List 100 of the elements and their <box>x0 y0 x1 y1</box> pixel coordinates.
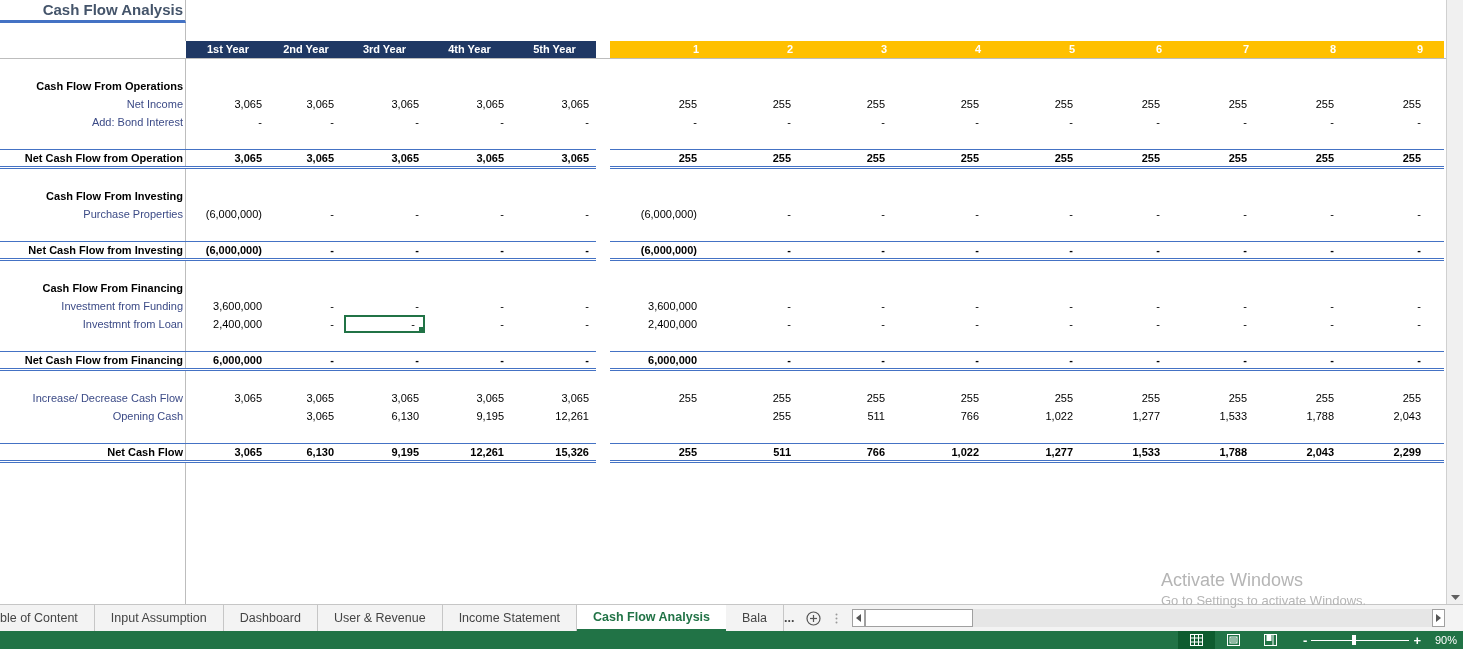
table-cell[interactable]: 3,065 <box>270 407 342 425</box>
slider-thumb[interactable] <box>1352 635 1357 645</box>
table-cell[interactable]: - <box>512 113 597 131</box>
table-cell[interactable]: - <box>270 352 342 368</box>
more-tabs-button[interactable]: ... <box>784 605 803 631</box>
view-button[interactable] <box>1178 631 1216 649</box>
table-cell[interactable]: - <box>342 352 427 368</box>
column-header: 3rd Year <box>362 42 407 58</box>
table-cell-text: - <box>1243 242 1247 258</box>
table-cell[interactable]: - <box>186 113 270 131</box>
table-cell[interactable]: 3,065 <box>512 389 597 407</box>
table-cell[interactable]: - <box>512 297 597 315</box>
table-cell-text: 255 <box>678 96 697 112</box>
table-cell[interactable]: 3,065 <box>270 389 342 407</box>
table-cell[interactable]: 3,065 <box>427 95 512 113</box>
table-cell[interactable]: 3,065 <box>186 389 270 407</box>
table-cell-text: - <box>975 206 979 222</box>
table-cell[interactable]: - <box>427 205 512 223</box>
table-cell[interactable]: - <box>512 315 597 333</box>
table-cell[interactable]: (6,000,000) <box>186 242 270 258</box>
table-cell-text: - <box>1243 316 1247 332</box>
table-cell-text: 255 <box>1315 390 1334 406</box>
table-cell-text: 1,788 <box>1306 408 1334 424</box>
table-cell[interactable]: 15,326 <box>512 444 597 460</box>
more-options-icon[interactable] <box>835 612 839 624</box>
table-cell[interactable]: - <box>512 205 597 223</box>
table-cell-text: - <box>1243 206 1247 222</box>
horizontal-scrollbar[interactable] <box>852 609 1445 627</box>
table-cell[interactable]: - <box>270 205 342 223</box>
table-cell[interactable]: 3,065 <box>427 389 512 407</box>
table-cell[interactable]: - <box>512 352 597 368</box>
table-cell[interactable]: - <box>427 315 512 333</box>
table-cell[interactable]: 6,130 <box>342 407 427 425</box>
table-cell[interactable]: - <box>427 242 512 258</box>
table-cell[interactable]: 3,065 <box>186 150 270 166</box>
table-cell[interactable]: 9,195 <box>342 444 427 460</box>
table-cell[interactable]: 6,000,000 <box>186 352 270 368</box>
table-cell-text: 1,022 <box>1045 408 1073 424</box>
table-cell[interactable]: - <box>342 205 427 223</box>
table-cell-text: 1,277 <box>1132 408 1160 424</box>
table-cell-text: - <box>787 242 791 258</box>
table-cell[interactable]: (6,000,000) <box>186 205 270 223</box>
table-cell-text: - <box>1156 206 1160 222</box>
sheet-tab[interactable]: Cash Flow Analysis <box>577 605 726 631</box>
row-label: Net Income <box>126 96 183 112</box>
table-cell[interactable]: - <box>342 242 427 258</box>
table-cell[interactable]: 12,261 <box>427 444 512 460</box>
table-cell-text: 255 <box>866 150 885 166</box>
table-cell[interactable]: - <box>342 113 427 131</box>
row-label: Net Cash Flow from Operation <box>24 150 183 166</box>
zoom-slider[interactable] <box>1311 634 1410 646</box>
table-cell[interactable]: 3,065 <box>270 95 342 113</box>
table-cell[interactable]: - <box>427 113 512 131</box>
table-cell-text: 511 <box>867 408 885 424</box>
table-cell-text: - <box>1069 316 1073 332</box>
zoom-out-button[interactable]: - <box>1303 633 1308 647</box>
table-cell[interactable]: - <box>342 297 427 315</box>
scroll-thumb[interactable] <box>865 609 974 627</box>
table-cell-text: - <box>1417 206 1421 222</box>
add-sheet-icon[interactable] <box>806 610 822 626</box>
table-cell-text: 1,022 <box>951 444 979 460</box>
row-label: Purchase Properties <box>83 206 183 222</box>
table-cell-text: 255 <box>960 150 979 166</box>
table-cell-text: - <box>975 242 979 258</box>
table-cell[interactable]: 3,065 <box>342 150 427 166</box>
table-cell[interactable]: - <box>270 113 342 131</box>
table-cell[interactable]: 12,261 <box>512 407 597 425</box>
table-cell-text: 766 <box>960 408 979 424</box>
table-cell-text: - <box>1156 114 1160 130</box>
table-cell[interactable]: - <box>270 297 342 315</box>
table-cell[interactable]: 3,065 <box>427 150 512 166</box>
table-cell[interactable]: - <box>344 315 425 333</box>
table-cell[interactable]: - <box>427 352 512 368</box>
column-header: 4 <box>974 42 981 58</box>
table-cell-text: 255 <box>1228 96 1247 112</box>
table-cell[interactable]: 2,400,000 <box>186 315 270 333</box>
zoom-in-button[interactable]: + <box>1413 633 1421 647</box>
table-cell[interactable]: - <box>427 297 512 315</box>
table-cell[interactable]: 3,065 <box>512 150 597 166</box>
table-cell-text: 255 <box>1054 150 1073 166</box>
table-cell[interactable]: 6,130 <box>270 444 342 460</box>
table-cell[interactable]: - <box>512 242 597 258</box>
table-cell-text: - <box>1069 352 1073 368</box>
table-cell[interactable]: 3,065 <box>512 95 597 113</box>
page-break-icon <box>1264 634 1278 646</box>
table-cell-text: - <box>975 352 979 368</box>
table-cell-text: - <box>787 206 791 222</box>
table-cell[interactable]: 3,065 <box>342 389 427 407</box>
table-cell[interactable]: - <box>270 242 342 258</box>
table-cell[interactable]: 3,065 <box>342 95 427 113</box>
table-cell[interactable]: 3,065 <box>270 150 342 166</box>
table-cell[interactable]: 3,065 <box>186 95 270 113</box>
row-label: Net Cash Flow from Investing <box>28 242 183 258</box>
table-cell-text: - <box>881 114 885 130</box>
table-cell[interactable]: 3,065 <box>186 444 270 460</box>
table-cell-text: - <box>1156 298 1160 314</box>
table-cell[interactable]: - <box>270 315 342 333</box>
vertical-scrollbar[interactable] <box>1446 0 1463 604</box>
table-cell[interactable]: 3,600,000 <box>186 297 270 315</box>
table-cell[interactable]: 9,195 <box>427 407 512 425</box>
